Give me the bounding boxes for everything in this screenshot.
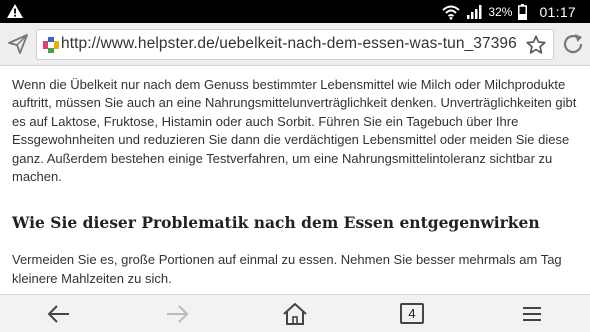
status-bar: 32% 01:17: [0, 0, 590, 23]
bottom-navigation-bar: 4: [0, 294, 590, 332]
tabs-icon[interactable]: 4: [400, 303, 424, 324]
clock: 01:17: [539, 3, 576, 20]
battery-icon: [518, 3, 528, 20]
browser-toolbar: http://www.helpster.de/uebelkeit-nach-de…: [0, 23, 590, 66]
battery-percent: 32%: [488, 4, 513, 19]
warning-icon: [7, 4, 23, 18]
back-arrow-icon[interactable]: [46, 301, 72, 327]
reload-icon[interactable]: [561, 32, 585, 56]
article-paragraph: Wenn die Übelkeit nur nach dem Genuss be…: [12, 77, 577, 185]
favicon: [43, 37, 59, 53]
wifi-icon: [442, 5, 461, 20]
send-icon[interactable]: [6, 32, 30, 56]
article-content: Wenn die Übelkeit nur nach dem Genuss be…: [12, 76, 580, 288]
article-paragraph: Vermeiden Sie es, große Portionen auf ei…: [12, 252, 562, 286]
status-icons: 32% 01:17: [442, 0, 576, 23]
signal-icon: [467, 4, 482, 19]
menu-icon[interactable]: [519, 301, 545, 327]
url-text[interactable]: http://www.helpster.de/uebelkeit-nach-de…: [61, 35, 523, 53]
home-icon[interactable]: [282, 301, 308, 327]
article-heading: Wie Sie dieser Problematik nach dem Esse…: [12, 213, 540, 233]
star-icon[interactable]: [525, 34, 547, 56]
url-bar[interactable]: http://www.helpster.de/uebelkeit-nach-de…: [36, 29, 554, 60]
forward-arrow-icon[interactable]: [164, 301, 190, 327]
